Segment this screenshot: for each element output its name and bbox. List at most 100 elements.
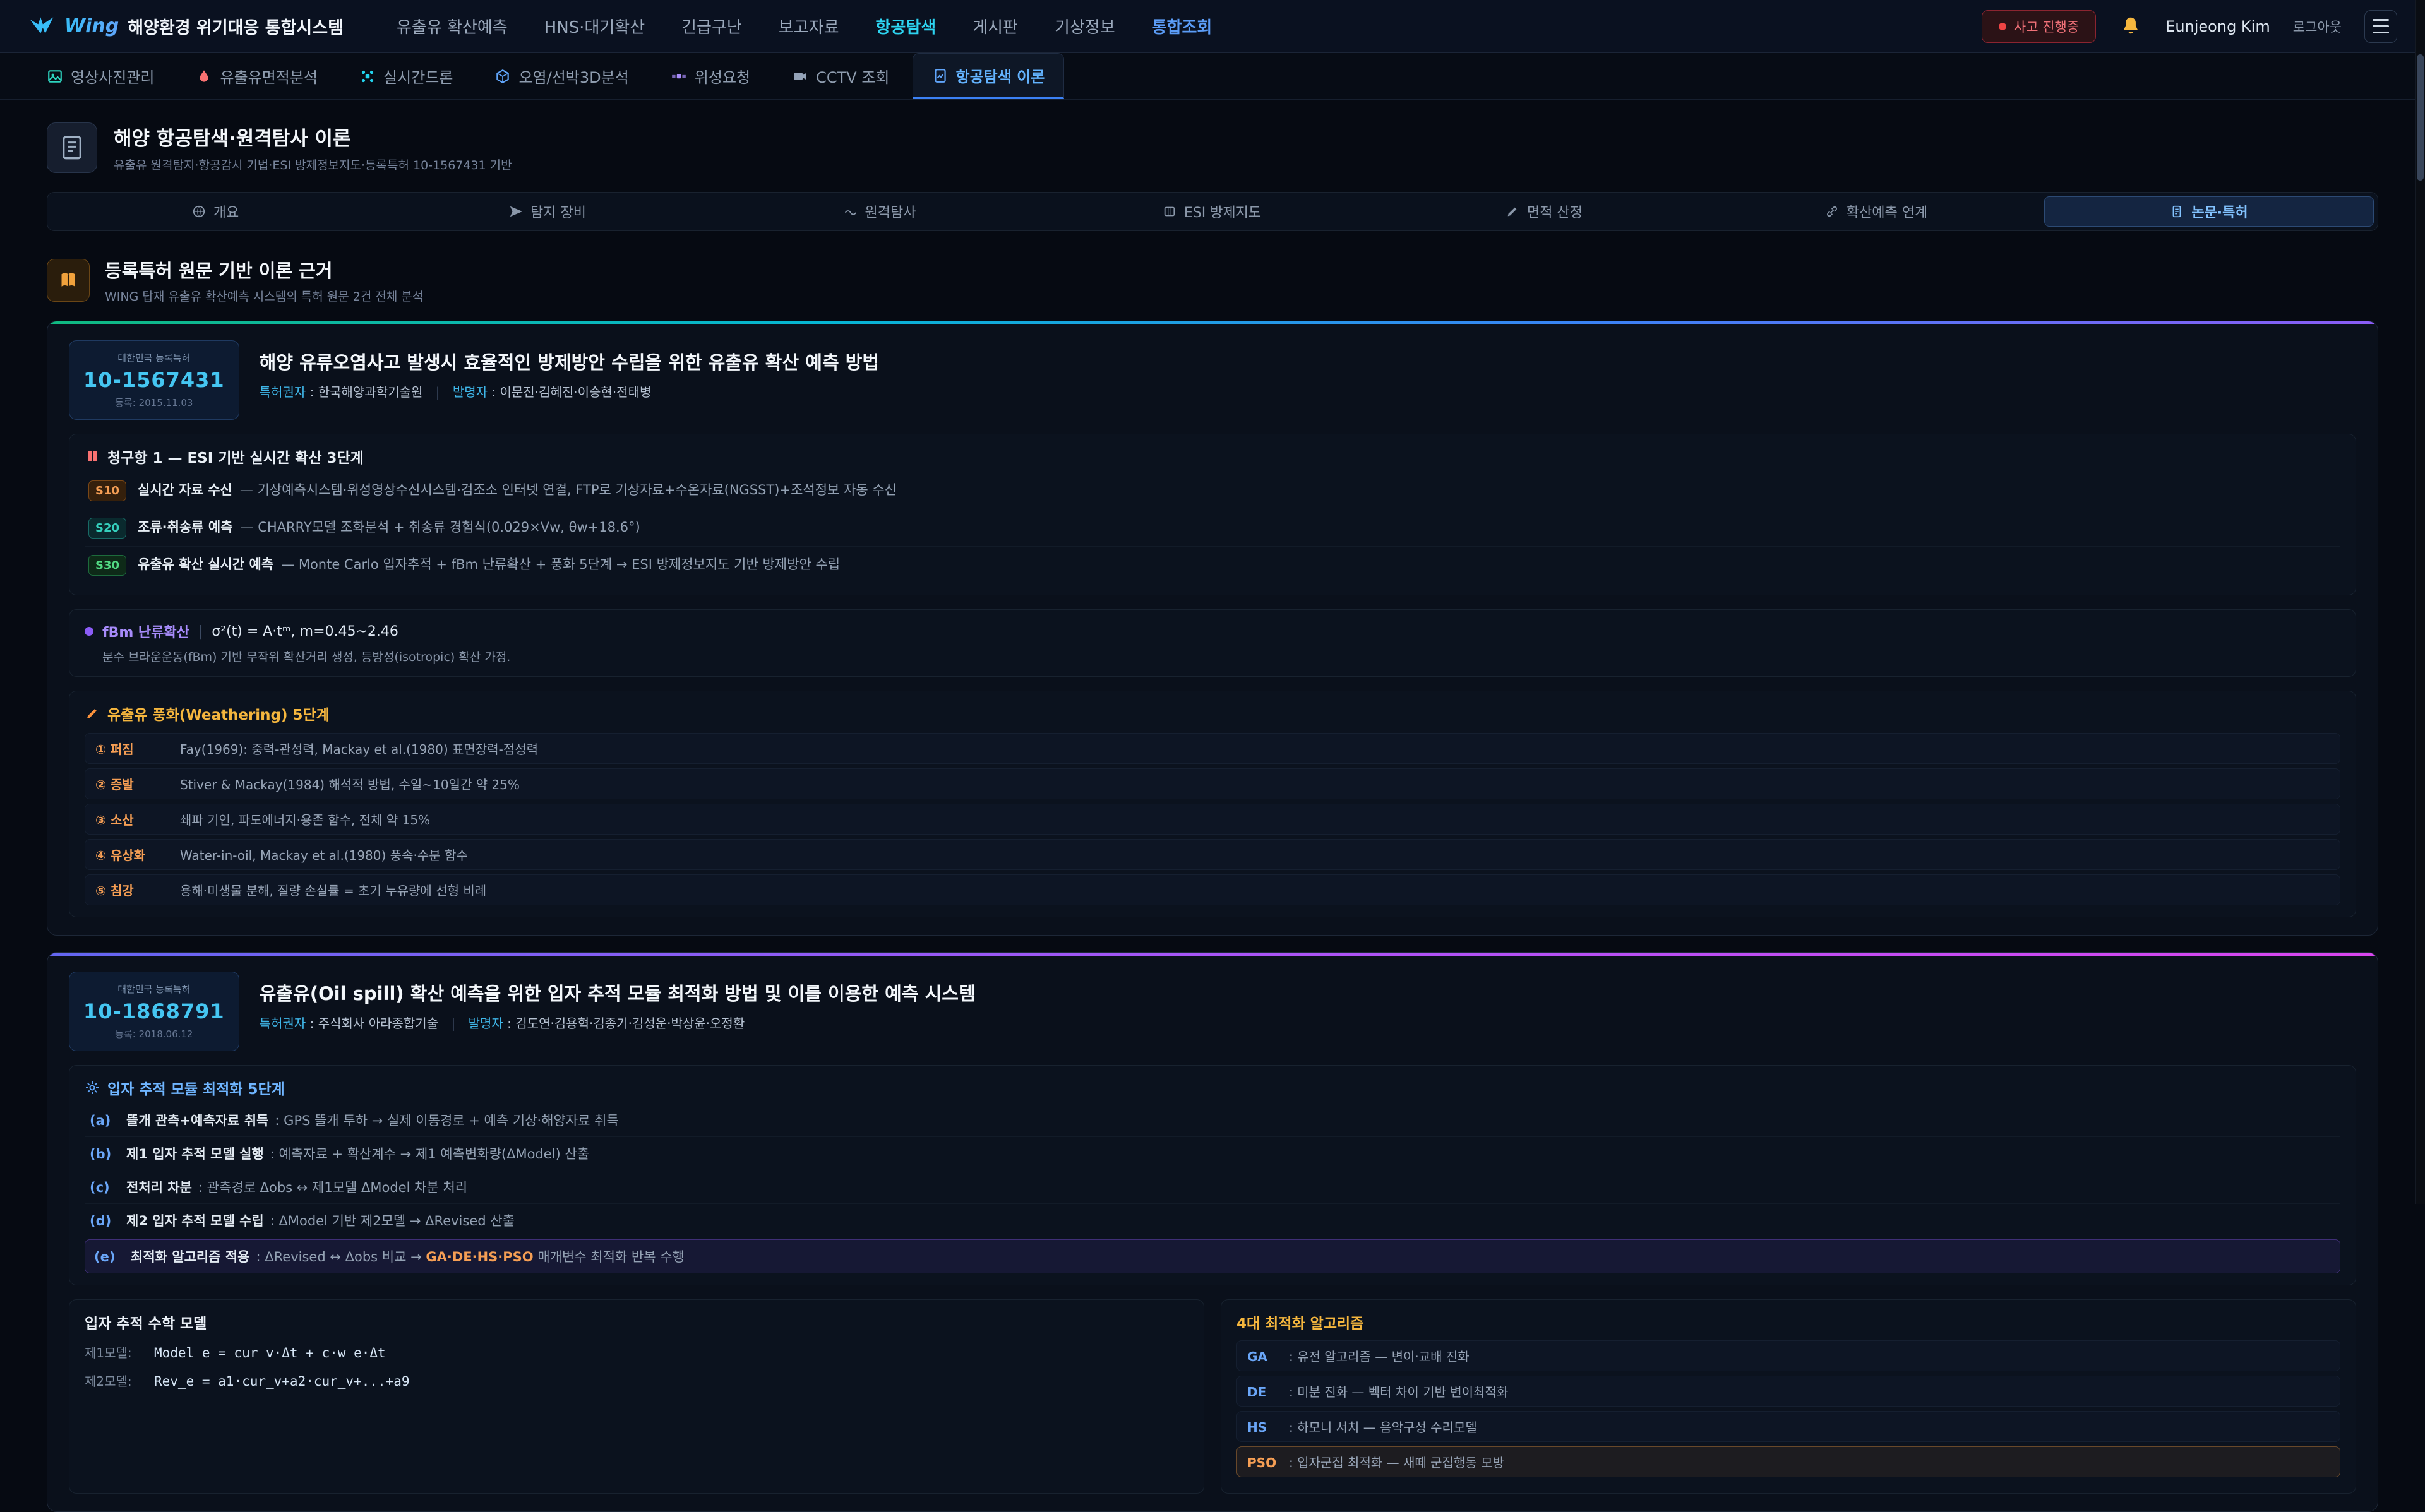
algorithm-row-pso: PSO : 입자군집 최적화 — 새떼 군집행동 모방 xyxy=(1236,1446,2340,1477)
patent-reg-date: 등록: 2018.06.12 xyxy=(83,1027,225,1040)
tab-area-calculation[interactable]: 면적 산정 xyxy=(1380,196,1708,227)
subtab-oil-area-analysis[interactable]: 유출유면적분석 xyxy=(177,53,337,99)
algorithm-row-de: DE : 미분 진화 — 벡터 차이 기반 변이최적화 xyxy=(1236,1376,2340,1407)
plane-icon xyxy=(509,205,523,218)
step-badge: S10 xyxy=(88,480,126,501)
subtab-aerial-search-theory[interactable]: 항공탐색 이론 xyxy=(913,53,1065,99)
notification-bell-icon[interactable] xyxy=(2119,15,2143,39)
weathering-row: ② 증발 Stiver & Mackay(1984) 해석적 방법, 수일~10… xyxy=(85,768,2340,799)
subtab-label: 항공탐색 이론 xyxy=(956,64,1045,86)
subtab-label: 위성요청 xyxy=(695,65,750,87)
math-model-panel: 입자 추적 수학 모델 제1모델: Model_e = cur_v·Δt + c… xyxy=(69,1299,1204,1494)
nav-item-oil-spill-prediction[interactable]: 유출유 확산예측 xyxy=(397,15,508,38)
tab-detection-equipment[interactable]: 탐지 장비 xyxy=(383,196,712,227)
subtab-realtime-drone[interactable]: 실시간드론 xyxy=(340,53,472,99)
patent-country-label: 대한민국 등록특허 xyxy=(83,351,225,364)
tab-papers-patents[interactable]: 논문·특허 xyxy=(2044,196,2374,227)
tab-label: 면적 산정 xyxy=(1527,201,1583,222)
optimization-panel: 입자 추적 모듈 최적화 5단계 (a) 뜰개 관측+예측자료 취득 : GPS… xyxy=(69,1065,2356,1285)
nav-item-emergency-rescue[interactable]: 긴급구난 xyxy=(681,15,742,38)
tab-diffusion-link[interactable]: 확산예측 연계 xyxy=(1712,196,2040,227)
main-nav: 유출유 확산예측 HNS·대기확산 긴급구난 보고자료 항공탐색 게시판 기상정… xyxy=(397,15,1212,38)
chart-document-icon xyxy=(932,68,949,84)
tab-label: ESI 방제지도 xyxy=(1184,201,1261,222)
section-header: 등록특허 원문 기반 이론 근거 WING 탑재 유출유 확산예측 시스템의 특… xyxy=(47,256,2378,304)
cube-icon xyxy=(494,68,511,85)
nav-item-aerial-search[interactable]: 항공탐색 xyxy=(876,15,937,38)
optimization-header: 입자 추적 모듈 최적화 5단계 xyxy=(85,1077,2340,1098)
nav-item-reports[interactable]: 보고자료 xyxy=(779,15,839,38)
scrollbar[interactable] xyxy=(2415,0,2425,1204)
claim-panel-header: 청구항 1 — ESI 기반 실시간 확산 3단계 xyxy=(85,446,2340,467)
fbm-formula: σ²(t) = A·tᵐ, m=0.45~2.46 xyxy=(212,624,398,640)
owner-label: 특허권자 xyxy=(260,384,306,400)
weathering-panel: 유출유 풍화(Weathering) 5단계 ① 퍼짐 Fay(1969): 중… xyxy=(69,691,2356,917)
map-icon xyxy=(1163,205,1177,218)
algorithm-rows: GA : 유전 알고리즘 — 변이·교배 진화 DE : 미분 진화 — 벡터 … xyxy=(1236,1340,2340,1477)
nav-item-weather-info[interactable]: 기상정보 xyxy=(1055,15,1115,38)
weathering-rows: ① 퍼짐 Fay(1969): 중력-관성력, Mackay et al.(19… xyxy=(85,733,2340,905)
subtab-label: 실시간드론 xyxy=(383,65,453,87)
scrollbar-thumb[interactable] xyxy=(2417,54,2424,181)
claim-panel: 청구항 1 — ESI 기반 실시간 확산 3단계 S10 실시간 자료 수신 … xyxy=(69,434,2356,595)
incident-status-badge[interactable]: 사고 진행중 xyxy=(1982,10,2096,43)
satellite-icon xyxy=(671,68,687,85)
subtab-label: CCTV 조회 xyxy=(816,65,889,87)
nav-item-integrated-search[interactable]: 통합조회 xyxy=(1152,15,1212,38)
tab-label: 개요 xyxy=(213,201,239,222)
link-icon xyxy=(1825,205,1839,218)
subtab-image-photo-management[interactable]: 영상사진관리 xyxy=(28,53,173,99)
page-header: 해양 항공탐색·원격탐사 이론 유출유 원격탐지·항공감시 기법·ESI 방제정… xyxy=(47,122,2378,173)
weathering-row: ⑤ 침강 용해·미생물 분해, 질량 손실률 = 초기 누유량에 선형 비례 xyxy=(85,874,2340,905)
section-subtitle: WING 탑재 유출유 확산예측 시스템의 특허 원문 2건 전체 분석 xyxy=(105,287,423,304)
fbm-description: 분수 브라운운동(fBm) 기반 무작위 확산거리 생성, 등방성(isotro… xyxy=(102,648,2340,665)
nav-item-board[interactable]: 게시판 xyxy=(973,15,1018,38)
subtab-cctv-view[interactable]: CCTV 조회 xyxy=(773,53,908,99)
app-logo[interactable]: Wing 해양환경 위기대응 통합시스템 xyxy=(28,13,344,40)
nav-item-hns-atmospheric[interactable]: HNS·대기확산 xyxy=(544,15,645,38)
patent-number: 10-1567431 xyxy=(83,368,225,392)
weathering-row: ④ 유상화 Water-in-oil, Mackay et al.(1980) … xyxy=(85,839,2340,870)
tab-label: 확산예측 연계 xyxy=(1847,201,1927,222)
tab-overview[interactable]: 개요 xyxy=(51,196,380,227)
optimization-step-row: (a) 뜰개 관측+예측자료 취득 : GPS 뜰개 투하 → 실제 이동경로 … xyxy=(85,1104,2340,1136)
algorithms-panel: 4대 최적화 알고리즘 GA : 유전 알고리즘 — 변이·교배 진화 DE :… xyxy=(1221,1299,2356,1494)
main-content: 해양 항공탐색·원격탐사 이론 유출유 원격탐지·항공감시 기법·ESI 방제정… xyxy=(0,122,2425,1512)
optimization-title: 입자 추적 모듈 최적화 5단계 xyxy=(107,1077,285,1098)
patent-meta: 특허권자 : 한국해양과학기술원 | 발명자 : 이문진·김혜진·이승현·전태병 xyxy=(260,382,879,400)
inventors-value: 이문진·김혜진·이승현·전태병 xyxy=(500,384,652,400)
bottom-panels: 입자 추적 수학 모델 제1모델: Model_e = cur_v·Δt + c… xyxy=(69,1299,2356,1494)
tab-esi-map[interactable]: ESI 방제지도 xyxy=(1048,196,1376,227)
subtab-pollution-ship-3d[interactable]: 오염/선박3D분석 xyxy=(476,53,647,99)
subtab-label: 영상사진관리 xyxy=(71,65,154,87)
fbm-header: fBm 난류확산 | σ²(t) = A·tᵐ, m=0.45~2.46 xyxy=(85,621,2340,641)
app-title: 해양환경 위기대응 통합시스템 xyxy=(128,14,344,39)
pencil-icon xyxy=(85,706,100,721)
weathering-header: 유출유 풍화(Weathering) 5단계 xyxy=(85,703,2340,724)
page-subtitle: 유출유 원격탐지·항공감시 기법·ESI 방제정보지도·등록특허 10-1567… xyxy=(114,156,512,173)
header-right: 사고 진행중 Eunjeong Kim 로그아웃 xyxy=(1982,10,2397,43)
tab-remote-sensing[interactable]: 원격탐사 xyxy=(716,196,1044,227)
image-icon xyxy=(47,68,63,85)
math-model-row: 제1모델: Model_e = cur_v·Δt + c·w_e·Δt xyxy=(85,1343,1189,1361)
purple-dot-icon xyxy=(85,627,93,636)
weathering-row: ③ 소산 쇄파 기인, 파도에너지·용존 함수, 전체 약 15% xyxy=(85,804,2340,835)
owner-value: 한국해양과학기술원 xyxy=(318,384,423,400)
pencil-icon xyxy=(1506,205,1519,218)
patent-head: 대한민국 등록특허 10-1567431 등록: 2015.11.03 해양 유… xyxy=(69,340,2356,420)
globe-icon xyxy=(192,205,206,218)
logout-button[interactable]: 로그아웃 xyxy=(2293,17,2342,36)
subtab-satellite-request[interactable]: 위성요청 xyxy=(652,53,769,99)
page-title: 해양 항공탐색·원격탐사 이론 xyxy=(114,122,512,151)
logo-text: Wing xyxy=(64,15,119,37)
optimization-step-row: (c) 전처리 차분 : 관측경로 Δobs ↔ 제1모델 ΔModel 차분 … xyxy=(85,1170,2340,1203)
patent-number-box: 대한민국 등록특허 10-1567431 등록: 2015.11.03 xyxy=(69,340,239,420)
page-title-icon xyxy=(47,122,97,173)
claim-title: 청구항 1 — ESI 기반 실시간 확산 3단계 xyxy=(107,446,364,467)
patent-card-1868791: 대한민국 등록특허 10-1868791 등록: 2018.06.12 유출유(… xyxy=(47,952,2378,1512)
hamburger-menu-icon[interactable] xyxy=(2364,10,2397,43)
step-name: 유출유 확산 실시간 예측 xyxy=(138,554,273,573)
patent-number-box: 대한민국 등록특허 10-1868791 등록: 2018.06.12 xyxy=(69,972,239,1051)
step-badge: S30 xyxy=(88,555,126,576)
patent-number: 10-1868791 xyxy=(83,999,225,1023)
